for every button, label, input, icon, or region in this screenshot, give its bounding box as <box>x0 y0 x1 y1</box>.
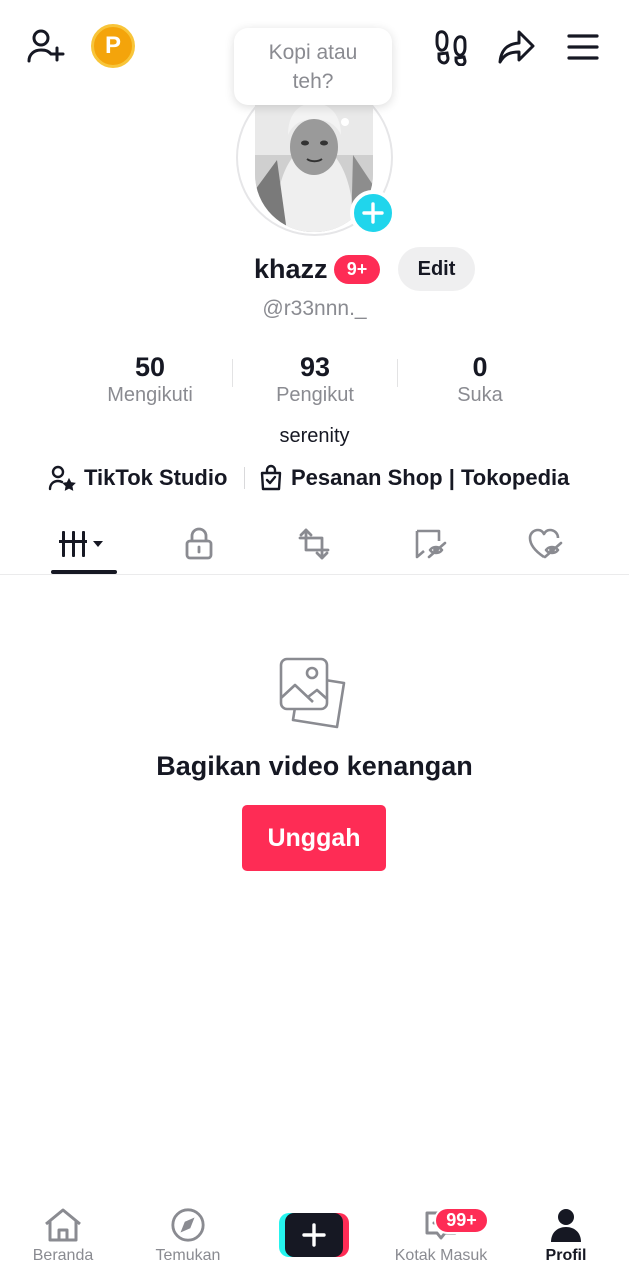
person-star-icon <box>48 465 76 491</box>
stat-followers[interactable]: 93 Pengikut <box>230 352 400 407</box>
tab-liked[interactable] <box>483 515 609 573</box>
hamburger-menu-icon[interactable] <box>566 32 600 62</box>
bio: serenity <box>279 425 350 447</box>
nav-discover-label: Temukan <box>155 1247 221 1264</box>
nav-home[interactable]: Beranda <box>8 1207 118 1265</box>
shop-orders-label: Pesanan Shop | Tokopedia <box>291 465 570 490</box>
repost-icon <box>298 528 330 560</box>
link-divider <box>244 467 245 489</box>
bookmark-hidden-icon <box>415 529 447 559</box>
nav-profile[interactable]: Profil <box>511 1207 621 1265</box>
tab-favorites[interactable] <box>368 515 494 573</box>
footprints-icon[interactable] <box>434 28 470 66</box>
stat-following[interactable]: 50 Mengikuti <box>65 352 235 407</box>
name-badge[interactable]: 9+ <box>334 255 380 284</box>
profile-tabs <box>0 515 629 575</box>
profile-icon <box>551 1209 581 1242</box>
stat-value: 0 <box>472 352 488 382</box>
plus-icon <box>302 1223 326 1247</box>
upload-button[interactable]: Unggah <box>242 805 386 871</box>
stat-likes[interactable]: 0 Suka <box>395 352 565 407</box>
note-text-line1: Kopi atau <box>268 41 358 64</box>
edit-profile-button[interactable]: Edit <box>398 247 475 291</box>
tab-reposts[interactable] <box>251 515 377 573</box>
stat-value: 93 <box>299 352 331 382</box>
username: @r33nnn._ <box>262 297 367 320</box>
create-button[interactable] <box>279 1213 349 1257</box>
share-icon[interactable] <box>497 28 537 66</box>
coin-icon[interactable]: P <box>91 24 135 68</box>
person-plus-icon[interactable] <box>26 26 66 66</box>
inbox-badge: 99+ <box>434 1207 489 1234</box>
shop-orders-link[interactable]: Pesanan Shop | Tokopedia <box>259 462 569 494</box>
empty-state-title: Bagikan video kenangan <box>156 751 473 781</box>
nav-profile-label: Profil <box>545 1247 587 1264</box>
compass-icon <box>171 1208 205 1242</box>
heart-hidden-icon <box>528 528 563 559</box>
plus-icon <box>362 202 384 224</box>
note-bubble[interactable]: Kopi atau teh? <box>234 28 392 105</box>
stat-label: Suka <box>457 384 503 406</box>
shopping-bag-icon <box>260 464 282 491</box>
nav-inbox-label: Kotak Masuk <box>394 1247 488 1264</box>
active-tab-indicator <box>51 570 117 574</box>
display-name: khazz <box>254 254 328 284</box>
lock-icon <box>185 527 213 560</box>
tiktok-studio-label: TikTok Studio <box>84 465 228 490</box>
nav-home-label: Beranda <box>32 1247 94 1264</box>
add-story-button[interactable] <box>350 190 396 236</box>
home-icon <box>45 1208 81 1242</box>
grid-bars-icon <box>59 531 103 557</box>
stat-value: 50 <box>134 352 166 382</box>
avatar-indicator <box>341 118 349 126</box>
tiktok-studio-link[interactable]: TikTok Studio <box>48 462 227 494</box>
tab-videos[interactable] <box>21 515 147 573</box>
tab-private[interactable] <box>136 515 262 573</box>
bottom-nav: Beranda Temukan Kotak Masuk Profil <box>0 1195 629 1280</box>
stat-label: Mengikuti <box>107 384 193 406</box>
profile-page: P Kopi atau teh? khazz 9+ Edit @r33nnn._… <box>0 0 629 1280</box>
create-button-face <box>285 1213 343 1257</box>
stat-label: Pengikut <box>276 384 354 406</box>
photo-stack-icon <box>278 656 350 737</box>
note-text-line2: teh? <box>292 70 334 93</box>
nav-discover[interactable]: Temukan <box>133 1207 243 1265</box>
